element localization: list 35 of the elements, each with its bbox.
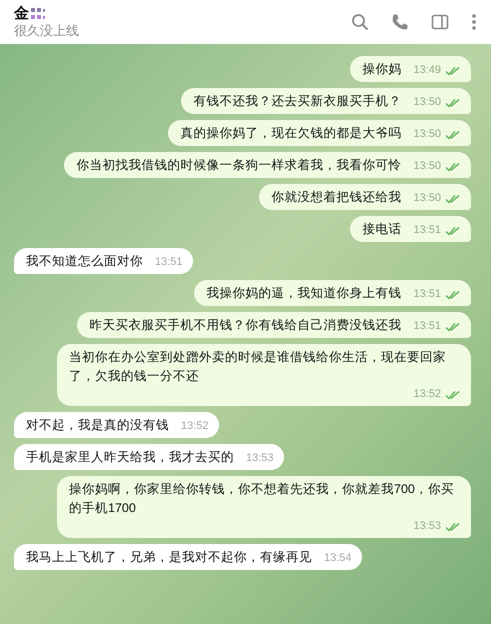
message-time: 13:50 [413,159,441,174]
message-text: 当初你在办公室到处蹭外卖的时候是谁借钱给你生活，现在要回家了，欠我的钱一分不还 [69,349,447,385]
contact-name: 金 [14,5,29,22]
message-text: 你就没想着把钱还给我 [271,189,402,206]
message-time: 13:53 [413,519,441,534]
message-time: 13:54 [324,551,352,566]
message-time: 13:51 [155,255,183,270]
search-icon[interactable] [351,13,369,31]
message-text: 操你妈啊，你家里给你转钱，你不想着先还我，你就差我700，你买的手机1700 [69,481,455,517]
message-time: 13:50 [413,191,441,206]
message-text: 手机是家里人昨天给我，我才去买的 [26,449,234,466]
message-text: 你当初找我借钱的时候像一条狗一样求着我，我看你可怜 [76,157,402,174]
message-text: 我马上上飞机了，兄弟，是我对不起你，有缘再见 [26,549,312,566]
message-time: 13:52 [181,419,209,434]
message-time: 13:52 [413,387,441,402]
name-decoration-icon [31,6,47,20]
phone-icon[interactable] [391,13,409,31]
message-time: 13:50 [413,127,441,142]
message-text: 接电话 [362,221,402,238]
side-panel-icon[interactable] [431,13,449,31]
message-text: 对不起，我是真的没有钱 [26,417,169,434]
message-text: 我不知道怎么面对你 [26,253,143,270]
message-text: 我操你妈的逼，我知道你身上有钱 [206,285,402,302]
message-time: 13:49 [413,63,441,78]
message-time: 13:51 [413,319,441,334]
more-menu-icon[interactable] [471,13,477,31]
message-text: 操你妈 [362,61,402,78]
message-text: 昨天买衣服买手机不用钱？你有钱给自己消费没钱还我 [89,317,402,334]
message-text: 有钱不还我？还去买新衣服买手机？ [193,93,402,110]
message-time: 13:53 [246,451,274,466]
last-seen-status: 很久没上线 [14,22,79,39]
message-time: 13:51 [413,223,441,238]
message-time: 13:50 [413,95,441,110]
message-time: 13:51 [413,287,441,302]
message-text: 真的操你妈了，现在欠钱的都是大爷吗 [180,125,402,142]
